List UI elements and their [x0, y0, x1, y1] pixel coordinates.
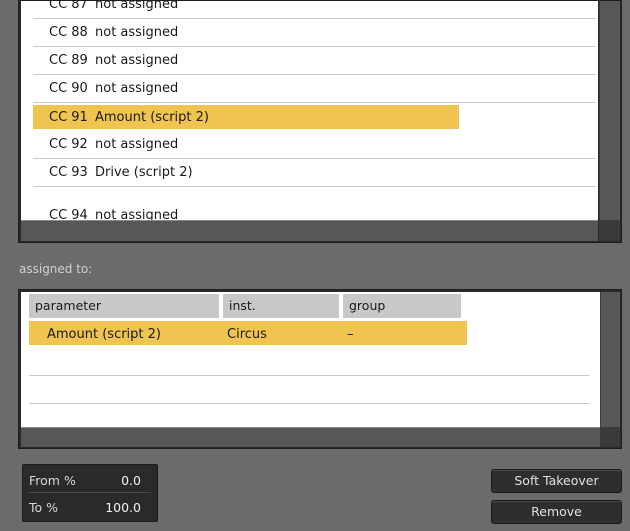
cc-assignment: not assigned [95, 1, 179, 12]
assigned-horizontal-scrollbar[interactable] [21, 427, 600, 447]
from-percent-label: From % [29, 472, 76, 488]
table-row-empty [29, 376, 589, 404]
table-row-selected[interactable]: Amount (script 2) Circus – [29, 320, 589, 348]
column-header-inst[interactable]: inst. [223, 294, 339, 318]
cc-list-panel: CC 87 not assigned CC 88 not assigned CC… [18, 0, 622, 243]
cc-assignment: not assigned [95, 207, 179, 221]
column-header-group[interactable]: group [343, 294, 461, 318]
cell-group: – [347, 326, 354, 342]
column-header-parameter[interactable]: parameter [29, 294, 219, 318]
from-percent-row: From % 0.0 [29, 468, 151, 493]
to-percent-label: To % [29, 500, 59, 515]
cc-list-horizontal-scrollbar[interactable] [21, 220, 598, 241]
cc-assignment: not assigned [95, 81, 179, 96]
cc-number: CC 92 [49, 137, 88, 152]
assigned-to-label: assigned to: [19, 262, 93, 276]
assigned-vertical-scrollbar[interactable] [600, 292, 620, 427]
from-percent-value[interactable]: 0.0 [89, 473, 141, 488]
cc-assignment: not assigned [95, 137, 179, 152]
cc-number: CC 94 [49, 207, 88, 221]
cc-list-item-selected[interactable]: CC 91 Amount (script 2) [33, 103, 596, 131]
cc-list[interactable]: CC 87 not assigned CC 88 not assigned CC… [21, 1, 598, 220]
cc-list-item[interactable]: CC 92 not assigned [33, 131, 596, 159]
table-row-empty [29, 404, 589, 427]
cc-list-item[interactable]: CC 90 not assigned [33, 75, 596, 103]
cc-assignment: Drive (script 2) [95, 165, 193, 180]
cc-list-item[interactable]: CC 87 not assigned [33, 1, 596, 19]
cc-assignment: Amount (script 2) [95, 109, 209, 125]
cc-list-item[interactable]: CC 89 not assigned [33, 47, 596, 75]
cell-parameter: Amount (script 2) [47, 326, 161, 342]
assigned-table-panel: parameter inst. group Amount (script 2) … [18, 289, 622, 449]
to-percent-row: To % 100.0 [29, 495, 151, 520]
cc-assignment: not assigned [95, 53, 179, 68]
cc-list-item[interactable]: CC 93 Drive (script 2) [33, 159, 596, 187]
cc-list-item[interactable]: CC 88 not assigned [33, 19, 596, 47]
cc-number: CC 93 [49, 165, 88, 180]
cc-number: CC 91 [49, 109, 88, 125]
cc-assignment: not assigned [95, 25, 179, 40]
assigned-table[interactable]: parameter inst. group Amount (script 2) … [21, 292, 600, 427]
soft-takeover-button[interactable]: Soft Takeover [491, 469, 622, 493]
cc-number: CC 87 [49, 1, 88, 12]
table-row-empty [29, 348, 589, 376]
table-header: parameter inst. group [29, 294, 465, 318]
cell-inst: Circus [227, 326, 267, 342]
range-box: From % 0.0 To % 100.0 [22, 464, 158, 522]
cc-number: CC 90 [49, 81, 88, 96]
remove-button[interactable]: Remove [491, 500, 622, 524]
cc-number: CC 88 [49, 25, 88, 40]
scroll-corner [599, 220, 620, 241]
to-percent-value[interactable]: 100.0 [89, 500, 141, 515]
scroll-corner [600, 427, 620, 447]
cc-list-vertical-scrollbar[interactable] [599, 1, 620, 220]
cc-list-item[interactable]: CC 94 not assigned [33, 201, 596, 221]
cc-number: CC 89 [49, 53, 88, 68]
